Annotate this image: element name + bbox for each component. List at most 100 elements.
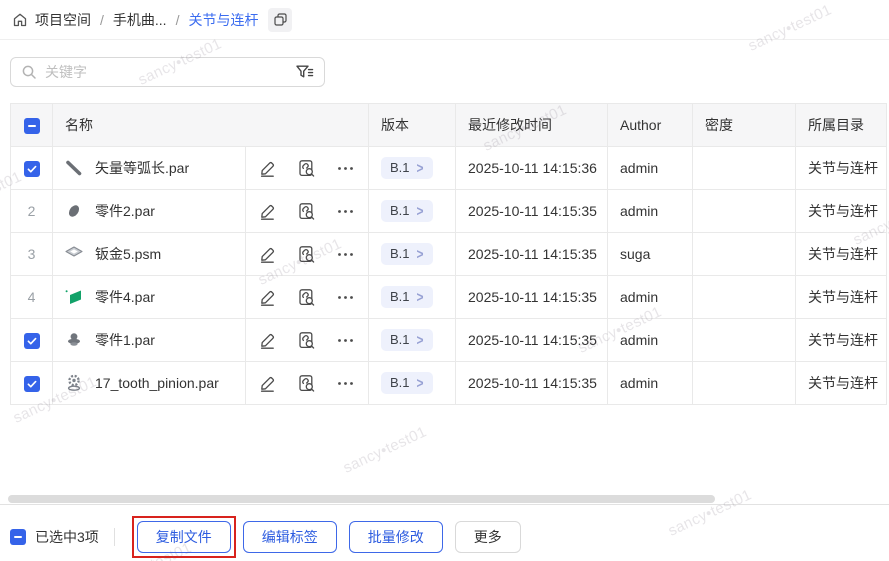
file-name[interactable]: 零件1.par: [95, 330, 155, 350]
chevron-right-icon: >: [417, 374, 424, 392]
row-actions-cell: [246, 362, 369, 405]
knob-part-icon: [65, 331, 83, 349]
select-all-checkbox-cell: [11, 104, 53, 147]
action-button-2[interactable]: 编辑标签: [243, 521, 337, 553]
where-used-icon[interactable]: [297, 159, 316, 178]
file-name[interactable]: 钣金5.psm: [95, 244, 161, 264]
row-checkbox-checked[interactable]: [24, 333, 40, 349]
file-name[interactable]: 零件2.par: [95, 201, 155, 221]
action-button-1[interactable]: 复制文件: [137, 521, 231, 553]
row-modified-cell: 2025-10-11 14:15:36: [456, 147, 608, 190]
row-select-cell[interactable]: 4: [11, 276, 53, 319]
action-button-4[interactable]: 更多: [455, 521, 521, 553]
row-directory-cell: 关节与连杆: [796, 233, 887, 276]
table-row: 3 钣金5.psm B.1 > 2025-10-11 14:15:35 suga…: [11, 233, 887, 276]
breadcrumb-item-current[interactable]: 关节与连杆: [188, 10, 258, 30]
row-directory-cell: 关节与连杆: [796, 276, 887, 319]
row-name-cell: 零件1.par: [53, 319, 246, 362]
version-label: B.1: [390, 246, 410, 261]
row-directory-cell: 关节与连杆: [796, 362, 887, 405]
horizontal-scrollbar-thumb[interactable]: [8, 495, 715, 503]
row-author-cell: admin: [608, 190, 693, 233]
version-badge[interactable]: B.1 >: [381, 286, 433, 308]
more-icon[interactable]: [336, 374, 355, 393]
row-actions-cell: [246, 190, 369, 233]
where-used-icon[interactable]: [297, 288, 316, 307]
where-used-icon[interactable]: [297, 202, 316, 221]
button-wrap: 编辑标签: [243, 521, 337, 553]
more-icon[interactable]: [336, 245, 355, 264]
version-badge[interactable]: B.1 >: [381, 329, 433, 351]
copy-icon: [273, 12, 288, 27]
row-number[interactable]: 3: [28, 246, 36, 262]
row-version-cell: B.1 >: [369, 319, 456, 362]
more-icon[interactable]: [336, 159, 355, 178]
footer-select-checkbox[interactable]: [10, 529, 26, 545]
row-select-cell[interactable]: 2: [11, 190, 53, 233]
row-author-cell: admin: [608, 147, 693, 190]
edit-icon[interactable]: [258, 331, 277, 350]
row-modified-cell: 2025-10-11 14:15:35: [456, 362, 608, 405]
row-number[interactable]: 4: [28, 289, 36, 305]
version-badge[interactable]: B.1 >: [381, 200, 433, 222]
breadcrumb-item-project-space[interactable]: 项目空间: [35, 10, 91, 30]
row-name-cell: 钣金5.psm: [53, 233, 246, 276]
file-name[interactable]: 零件4.par: [95, 287, 155, 307]
row-density-cell: [693, 319, 796, 362]
version-label: B.1: [390, 160, 410, 175]
row-version-cell: B.1 >: [369, 147, 456, 190]
file-name[interactable]: 矢量等弧长.par: [95, 158, 189, 178]
row-actions-cell: [246, 319, 369, 362]
table-row: 2 零件2.par B.1 > 2025-10-11 14:15:35 admi…: [11, 190, 887, 233]
button-wrap: 更多: [455, 521, 521, 553]
where-used-icon[interactable]: [297, 245, 316, 264]
row-density-cell: [693, 233, 796, 276]
row-version-cell: B.1 >: [369, 276, 456, 319]
version-badge[interactable]: B.1 >: [381, 372, 433, 394]
edit-icon[interactable]: [258, 374, 277, 393]
row-select-cell[interactable]: [11, 147, 53, 190]
where-used-icon[interactable]: [297, 374, 316, 393]
file-manager-page: sancy•test01sancy•test01sancy•test01sanc…: [0, 0, 889, 561]
row-name-cell: 17_tooth_pinion.par: [53, 362, 246, 405]
more-icon[interactable]: [336, 288, 355, 307]
line-sketch-icon: [65, 159, 83, 177]
edit-icon[interactable]: [258, 159, 277, 178]
breadcrumb-separator: /: [100, 12, 104, 28]
version-badge[interactable]: B.1 >: [381, 243, 433, 265]
search-input[interactable]: [45, 64, 295, 80]
home-icon[interactable]: [12, 12, 28, 28]
row-checkbox-checked[interactable]: [24, 376, 40, 392]
version-label: B.1: [390, 375, 410, 390]
column-header-version: 版本: [369, 104, 456, 147]
row-author-cell: admin: [608, 319, 693, 362]
row-version-cell: B.1 >: [369, 190, 456, 233]
more-icon[interactable]: [336, 331, 355, 350]
file-name[interactable]: 17_tooth_pinion.par: [95, 375, 219, 391]
action-button-3[interactable]: 批量修改: [349, 521, 443, 553]
row-select-cell[interactable]: [11, 319, 53, 362]
chevron-right-icon: >: [417, 245, 424, 263]
row-version-cell: B.1 >: [369, 233, 456, 276]
column-header-density: 密度: [693, 104, 796, 147]
row-checkbox-checked[interactable]: [24, 161, 40, 177]
row-number[interactable]: 2: [28, 203, 36, 219]
row-modified-cell: 2025-10-11 14:15:35: [456, 190, 608, 233]
breadcrumb-separator: /: [176, 12, 180, 28]
edit-icon[interactable]: [258, 288, 277, 307]
edit-icon[interactable]: [258, 245, 277, 264]
row-directory-cell: 关节与连杆: [796, 147, 887, 190]
select-all-checkbox[interactable]: [24, 118, 40, 134]
where-used-icon[interactable]: [297, 331, 316, 350]
copy-path-button[interactable]: [268, 8, 292, 32]
table-row: 17_tooth_pinion.par B.1 > 2025-10-11 14:…: [11, 362, 887, 405]
table-header-row: 名称 版本 最近修改时间 Author 密度 所属目录: [11, 104, 887, 147]
more-icon[interactable]: [336, 202, 355, 221]
version-badge[interactable]: B.1 >: [381, 157, 433, 179]
filter-icon[interactable]: [295, 63, 314, 81]
row-select-cell[interactable]: [11, 362, 53, 405]
breadcrumb-item-parent[interactable]: 手机曲...: [113, 10, 167, 30]
row-version-cell: B.1 >: [369, 362, 456, 405]
edit-icon[interactable]: [258, 202, 277, 221]
row-select-cell[interactable]: 3: [11, 233, 53, 276]
